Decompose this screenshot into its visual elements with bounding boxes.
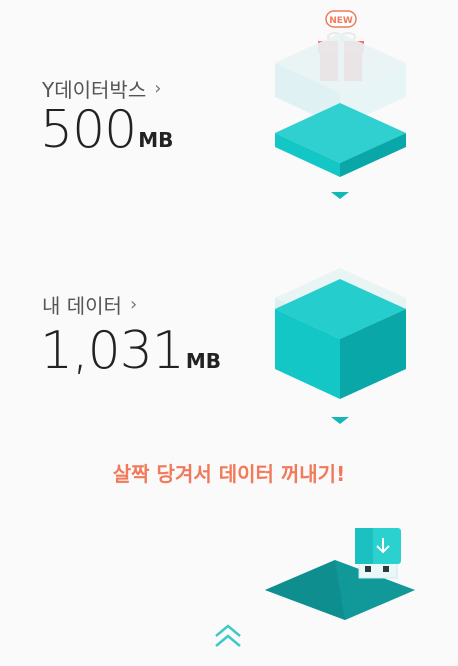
my-data-value: 1,031 — [40, 321, 185, 381]
my-data-label: 내 데이터 — [42, 294, 122, 318]
pull-up-chevron-icon[interactable] — [212, 622, 244, 650]
my-data-amount: 1,031 MB — [40, 325, 221, 377]
down-arrow-icon — [331, 417, 349, 424]
usb-icon — [355, 528, 401, 579]
my-data-link[interactable]: 내 데이터 › — [42, 290, 137, 319]
pull-hint-text: 살짝 당겨서 데이터 꺼내기! — [112, 462, 346, 486]
chevron-right-icon: › — [129, 294, 138, 315]
my-data-unit: MB — [185, 349, 222, 373]
my-data-section: 내 데이터 › 1,031 MB — [0, 0, 458, 440]
usb-pit-illustration — [265, 528, 415, 620]
my-data-cube — [275, 268, 406, 399]
